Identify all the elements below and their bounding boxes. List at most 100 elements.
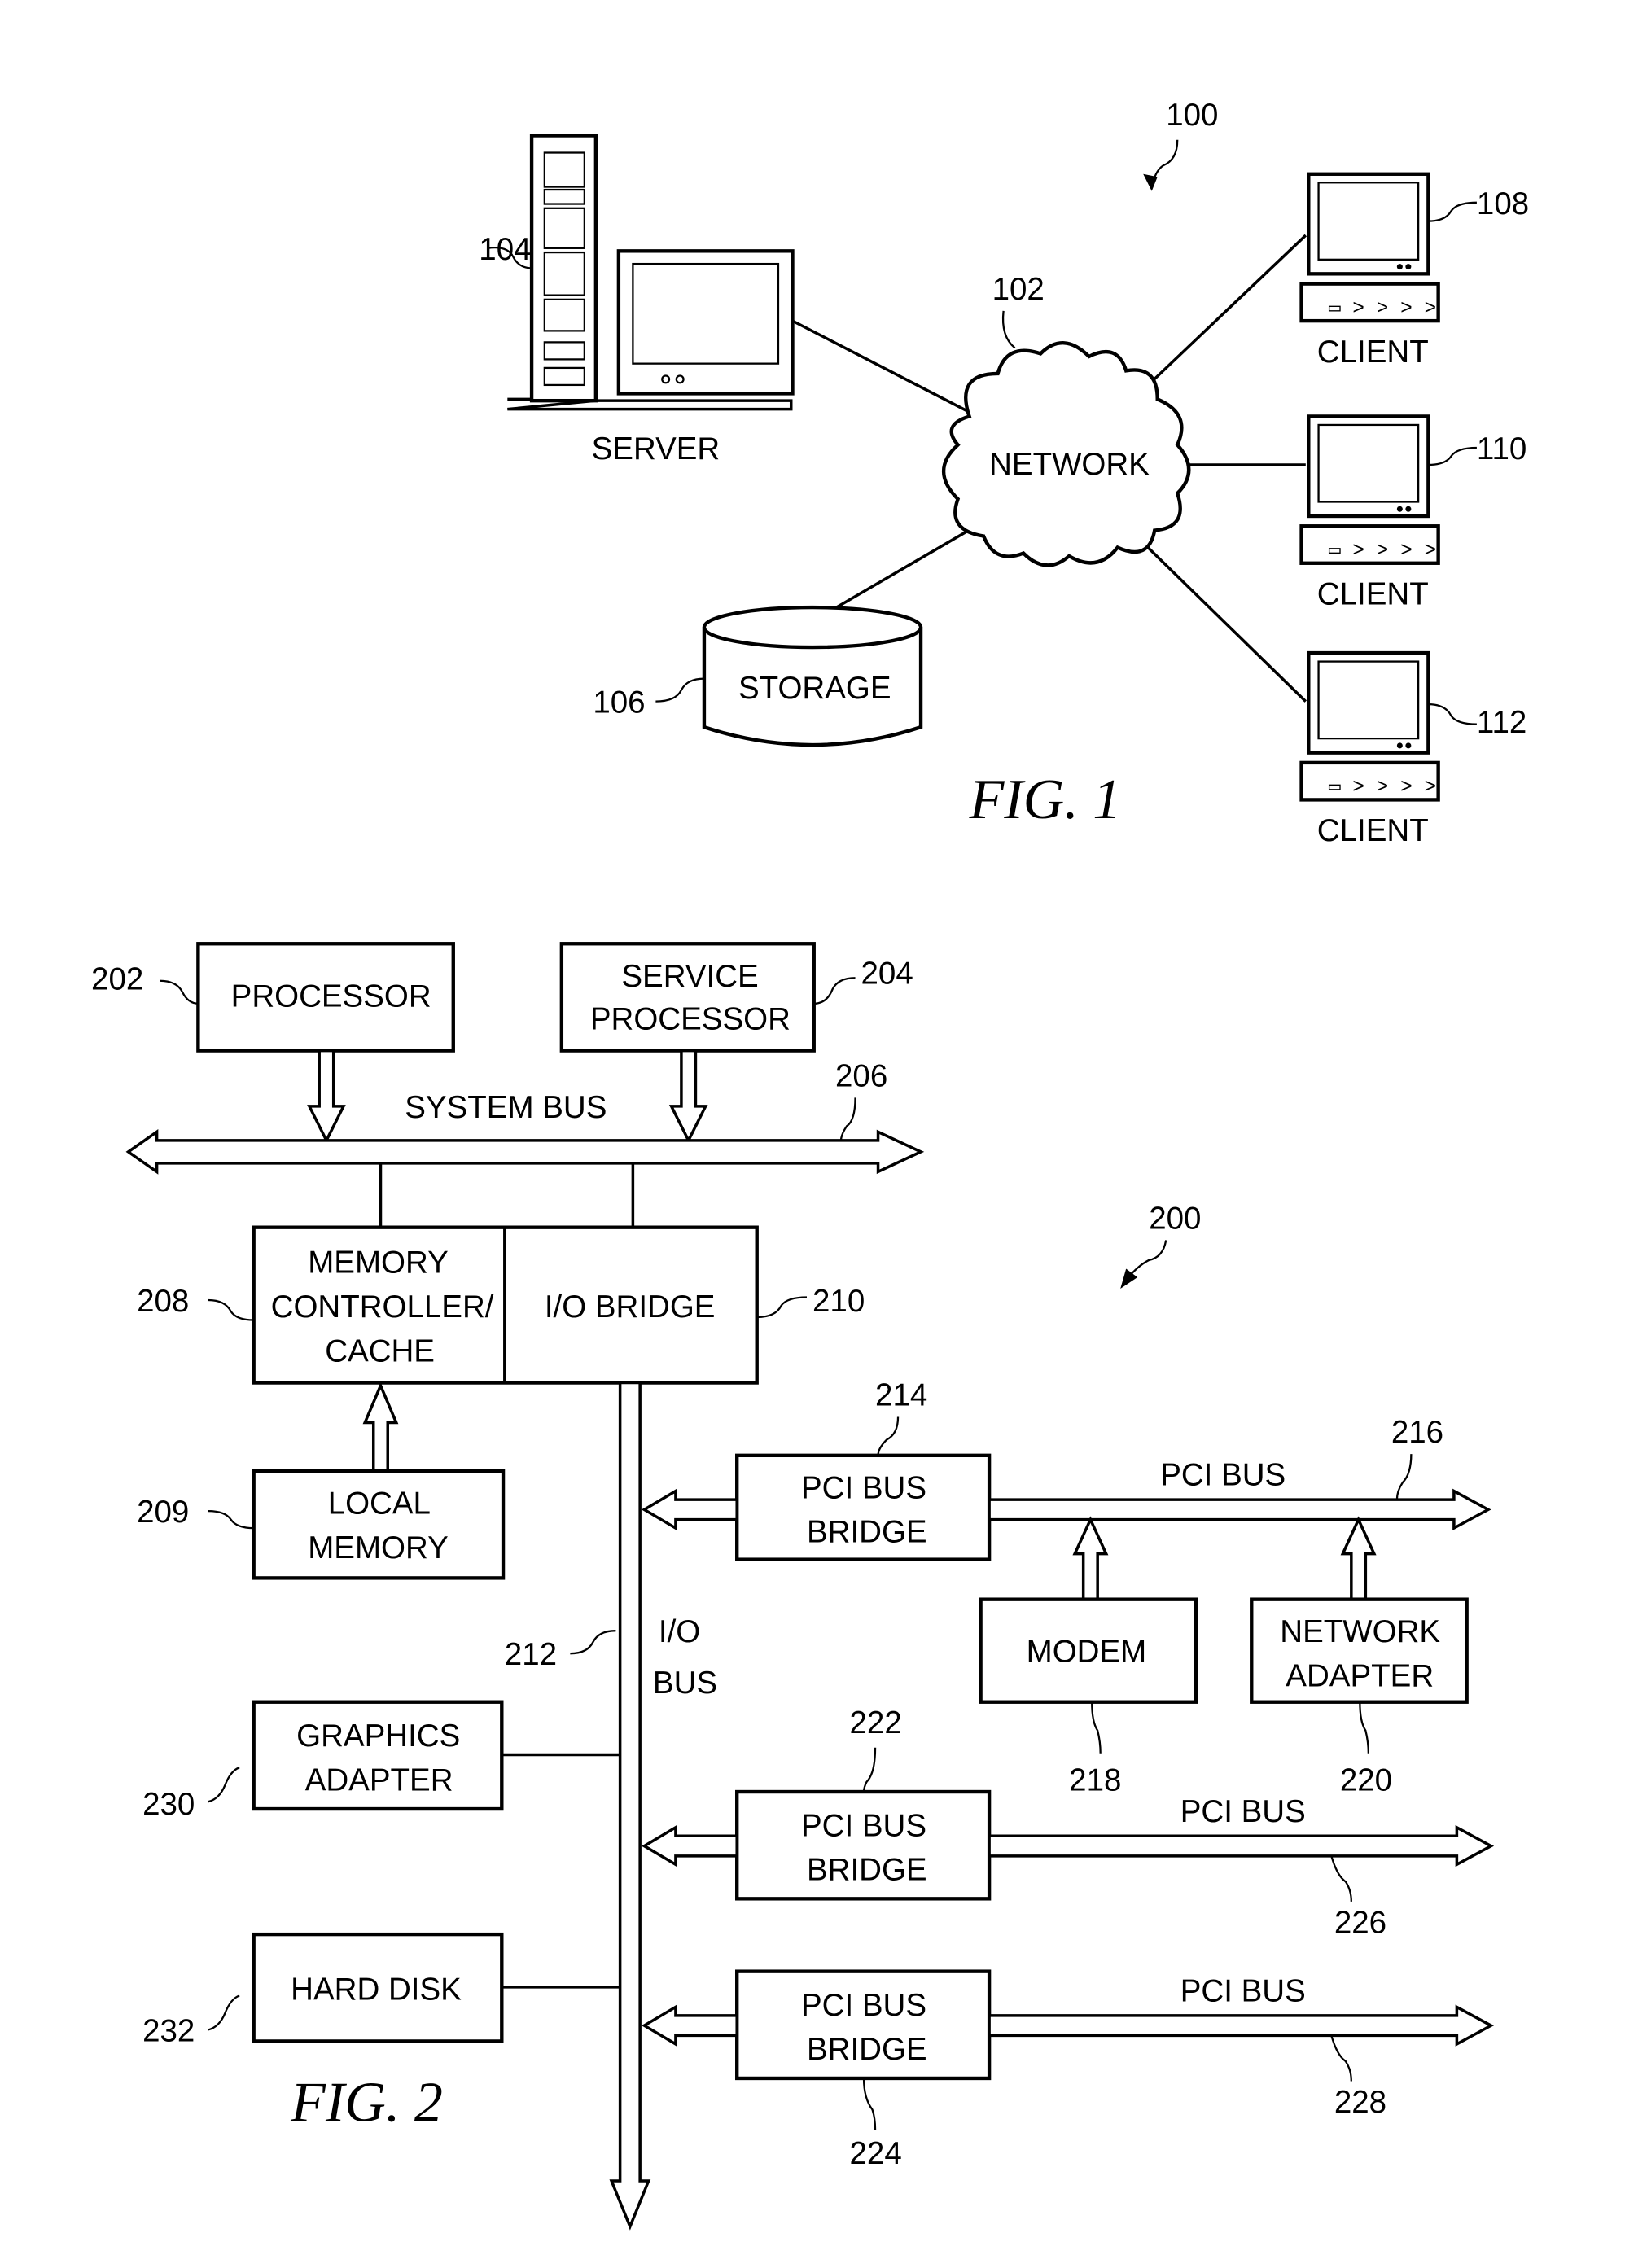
link-network-client112 bbox=[1129, 529, 1307, 703]
pci-bus-228-label: PCI BUS bbox=[1180, 1973, 1306, 2008]
memctrl-line2: CONTROLLER/ bbox=[271, 1289, 494, 1324]
client-110: ▭ > > > > CLIENT 110 bbox=[1299, 414, 1526, 612]
hard-disk-label: HARD DISK bbox=[291, 1972, 462, 2007]
leader-214 bbox=[877, 1416, 900, 1456]
modem-arrow bbox=[1072, 1516, 1109, 1601]
client-computer-icon: ▭ > > > > bbox=[1299, 172, 1440, 323]
leader-208 bbox=[208, 1298, 254, 1321]
leader-220 bbox=[1359, 1701, 1369, 1754]
pci-bus-216-label: PCI BUS bbox=[1160, 1458, 1286, 1493]
link-server-network bbox=[791, 319, 970, 414]
leader-112 bbox=[1428, 703, 1477, 725]
graphics-adapter-line2: ADAPTER bbox=[305, 1762, 453, 1797]
ref-102: 102 bbox=[992, 272, 1045, 307]
storage-label: STORAGE bbox=[738, 671, 891, 706]
graphics-adapter-line1: GRAPHICS bbox=[296, 1719, 460, 1754]
ref-200: 200 bbox=[1149, 1201, 1201, 1236]
ref-112: 112 bbox=[1477, 705, 1526, 740]
service-processor-bus-arrow bbox=[668, 1049, 708, 1144]
client-computer-icon: ▭ > > > > bbox=[1299, 650, 1440, 802]
ref-214: 214 bbox=[875, 1378, 927, 1413]
leader-210 bbox=[756, 1296, 807, 1319]
pci-bridge-222-io-arrow bbox=[641, 1824, 738, 1867]
client-112: ▭ > > > > CLIENT 112 bbox=[1299, 650, 1526, 848]
pci-bus-226-label: PCI BUS bbox=[1180, 1794, 1306, 1829]
leader-212 bbox=[570, 1630, 616, 1655]
ref-209: 209 bbox=[137, 1495, 189, 1530]
leader-224 bbox=[862, 2078, 877, 2130]
pci-bridge-222-line2: BRIDGE bbox=[807, 1853, 927, 1888]
local-memory-line2: MEMORY bbox=[308, 1530, 449, 1565]
pci-bridge-214-io-arrow bbox=[641, 1488, 738, 1531]
fig2-caption: FIG. 2 bbox=[290, 2071, 443, 2134]
leader-209 bbox=[208, 1509, 254, 1530]
leader-218 bbox=[1091, 1701, 1102, 1754]
leader-232 bbox=[208, 1994, 240, 2031]
pci-bridge-224-line1: PCI BUS bbox=[801, 1988, 926, 2023]
pci-bus-226-arrow bbox=[988, 1824, 1495, 1867]
service-processor-line2: PROCESSOR bbox=[590, 1001, 791, 1036]
ref-206: 206 bbox=[835, 1058, 887, 1093]
arrowhead-100 bbox=[1143, 173, 1158, 191]
processor-label: PROCESSOR bbox=[231, 979, 431, 1014]
local-memory-arrow bbox=[362, 1381, 399, 1473]
fig1: 100 104 SERVER 102 NETWORK STORAGE 106 ▭… bbox=[479, 98, 1529, 848]
network-adapter-arrow bbox=[1340, 1516, 1377, 1601]
pci-bus-228-arrow bbox=[988, 2004, 1495, 2047]
pci-bridge-224-line2: BRIDGE bbox=[807, 2032, 927, 2067]
system-bus-arrow bbox=[125, 1129, 925, 1175]
client-108: ▭ > > > > CLIENT 108 bbox=[1299, 172, 1529, 370]
ref-232: 232 bbox=[142, 2013, 195, 2048]
ref-212: 212 bbox=[505, 1637, 557, 1672]
ref-204: 204 bbox=[861, 956, 913, 991]
network-adapter-line2: ADAPTER bbox=[1286, 1658, 1434, 1693]
fig2: 200 PROCESSOR 202 SERVICE PROCESSOR 204 … bbox=[91, 942, 1495, 2231]
leader-202 bbox=[160, 979, 199, 1005]
leader-106 bbox=[655, 677, 704, 703]
ref-108: 108 bbox=[1477, 186, 1529, 221]
io-bus-line2: BUS bbox=[653, 1666, 717, 1701]
ref-106: 106 bbox=[593, 685, 645, 720]
svg-text:▭ > > > >: ▭ > > > > bbox=[1329, 777, 1436, 799]
ref-208: 208 bbox=[137, 1284, 189, 1319]
leader-222 bbox=[862, 1747, 877, 1793]
memctrl-line1: MEMORY bbox=[308, 1246, 449, 1281]
ref-110: 110 bbox=[1477, 431, 1526, 466]
ref-218: 218 bbox=[1069, 1762, 1121, 1797]
client-computer-icon: ▭ > > > > bbox=[1299, 414, 1440, 565]
pci-bridge-224-io-arrow bbox=[641, 2004, 738, 2047]
leader-110 bbox=[1428, 446, 1477, 466]
ref-210: 210 bbox=[812, 1284, 865, 1319]
svg-text:▭ > > > >: ▭ > > > > bbox=[1329, 298, 1436, 320]
server-icon bbox=[507, 134, 795, 411]
ref-230: 230 bbox=[142, 1787, 195, 1822]
processor-bus-arrow bbox=[307, 1049, 346, 1144]
leader-216 bbox=[1395, 1454, 1413, 1500]
client-label: CLIENT bbox=[1317, 335, 1429, 370]
leader-204 bbox=[813, 977, 856, 1005]
ref-224: 224 bbox=[850, 2136, 902, 2171]
pci-bridge-214-line2: BRIDGE bbox=[807, 1515, 927, 1550]
ref-226: 226 bbox=[1334, 1905, 1386, 1940]
patent-drawing-sheet: 100 104 SERVER 102 NETWORK STORAGE 106 ▭… bbox=[91, 98, 1529, 2231]
leader-102 bbox=[1001, 310, 1016, 349]
leader-108 bbox=[1428, 201, 1477, 222]
ref-222: 222 bbox=[850, 1705, 902, 1740]
fig1-caption: FIG. 1 bbox=[969, 768, 1122, 831]
leader-226 bbox=[1330, 1855, 1352, 1902]
pci-bridge-214-line1: PCI BUS bbox=[801, 1470, 926, 1505]
pci-bridge-222-line1: PCI BUS bbox=[801, 1808, 926, 1843]
server-label: SERVER bbox=[592, 431, 721, 466]
leader-228 bbox=[1330, 2035, 1352, 2082]
ref-220: 220 bbox=[1340, 1762, 1392, 1797]
ref-100: 100 bbox=[1166, 98, 1218, 133]
client-label: CLIENT bbox=[1317, 577, 1429, 612]
memctrl-line3: CACHE bbox=[325, 1333, 435, 1368]
client-label: CLIENT bbox=[1317, 813, 1429, 848]
modem-label: MODEM bbox=[1027, 1635, 1147, 1670]
svg-text:▭ > > > >: ▭ > > > > bbox=[1329, 541, 1436, 563]
service-processor-line1: SERVICE bbox=[621, 959, 758, 994]
leader-206 bbox=[839, 1097, 856, 1141]
link-network-client108 bbox=[1132, 234, 1307, 401]
local-memory-line1: LOCAL bbox=[328, 1486, 431, 1521]
